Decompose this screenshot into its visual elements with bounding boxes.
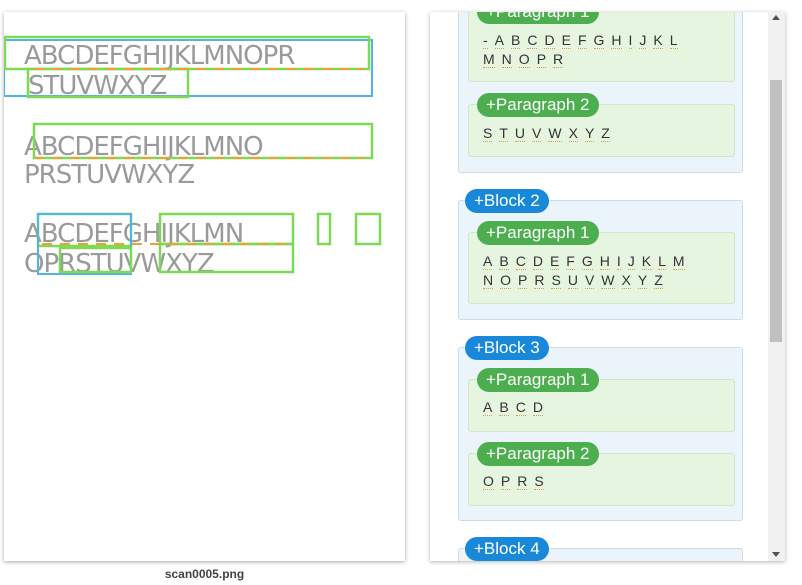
symbol[interactable]: Y [637,272,648,289]
symbol[interactable]: P [518,272,528,289]
symbol[interactable]: A [483,253,493,270]
symbol[interactable]: R [517,473,528,490]
scroll-down-arrow-icon[interactable] [772,552,780,557]
text-line: MNOPR [483,51,570,68]
symbol[interactable]: B [499,399,509,416]
scrollbar-thumb[interactable] [770,80,782,342]
block-toggle-button[interactable]: +Block 4 [465,537,549,561]
symbol[interactable]: B [499,253,509,270]
handwriting-scan: ABCDEFGHIJKLMNOPR STUVWXYZ ABCDEFGHIJKLM… [4,35,382,279]
text-line: STUVWXYZ [483,125,617,142]
vertical-scrollbar[interactable] [768,12,785,561]
symbol[interactable]: S [551,272,561,289]
symbol[interactable]: I [616,253,621,270]
paragraph-toggle-button[interactable]: +Paragraph 1 [477,368,599,392]
symbol[interactable]: U [514,125,526,142]
text-line: -ABCDEFGHIJKL [483,32,685,49]
symbol[interactable]: G [593,32,605,49]
symbol[interactable]: V [532,125,542,142]
symbol[interactable]: T [499,125,508,142]
text-line: NOPRSUVWXYZ [483,272,670,289]
symbol[interactable]: W [548,125,562,142]
symbol[interactable]: A [483,399,493,416]
text-line: ABCDEFGHIJKLM [483,253,692,270]
symbol[interactable]: A [494,32,505,49]
symbol[interactable]: X [621,272,631,289]
symbol[interactable]: N [483,272,494,289]
symbol[interactable]: Z [654,272,663,289]
text-line: OPRS [483,473,551,490]
symbol[interactable]: C [515,253,526,270]
document-image[interactable]: ABCDEFGHIJKLMNOPR STUVWXYZ ABCDEFGHIJKLM… [4,12,405,561]
symbol[interactable]: K [653,32,663,49]
symbol[interactable]: E [549,253,560,270]
symbol[interactable]: J [639,32,647,49]
paragraph-toggle-button[interactable]: +Paragraph 2 [477,442,599,466]
symbol[interactable]: F [577,32,587,49]
symbol[interactable]: G [581,253,593,270]
symbol[interactable]: D [544,32,555,49]
word-box [354,212,382,246]
image-filename: scan0005.png [164,567,245,581]
symbol[interactable]: C [515,399,526,416]
symbol[interactable]: H [599,253,610,270]
symbol[interactable]: I [628,32,633,49]
block-toggle-button[interactable]: +Block 2 [465,189,549,213]
text-line: ABCD [483,399,550,416]
block-toggle-button[interactable]: +Block 3 [465,336,549,360]
paragraph-toggle-button[interactable]: +Paragraph 1 [477,221,599,245]
symbol[interactable]: Y [584,125,595,142]
symbol[interactable]: F [566,253,575,270]
symbol[interactable]: H [611,32,622,49]
ocr-result-panel[interactable]: +Paragraph 1 -ABCDEFGHIJKL MNOPR +Paragr… [430,12,785,561]
symbol[interactable]: P [500,473,511,490]
symbol[interactable]: K [641,253,652,270]
paragraph-toggle-button[interactable]: +Paragraph 2 [477,93,599,117]
symbol[interactable]: C [527,32,538,49]
symbol[interactable]: O [518,51,530,68]
paragraph-toggle-button[interactable]: +Paragraph 1 [477,12,599,24]
symbol[interactable]: N [501,51,512,68]
handwriting-line-4: PRSTUVWXYZ [24,160,194,190]
scroll-up-arrow-icon[interactable] [772,15,780,20]
symbol[interactable]: R [553,51,564,68]
symbol[interactable]: V [584,272,595,289]
handwriting-line-1: ABCDEFGHIJKLMNOPR [24,41,295,71]
word-box [316,212,332,246]
symbol[interactable]: O [500,272,512,289]
symbol[interactable]: M [672,253,685,270]
symbol[interactable]: L [658,253,666,270]
symbol[interactable]: D [532,399,543,416]
symbol[interactable]: Z [601,125,610,142]
symbol[interactable]: B [511,32,521,49]
symbol[interactable]: S [534,473,544,490]
symbol[interactable]: W [601,272,615,289]
symbol[interactable]: M [483,51,495,68]
symbol[interactable]: X [568,125,578,142]
symbol[interactable]: D [532,253,543,270]
symbol[interactable]: R [534,272,545,289]
symbol[interactable]: J [627,253,635,270]
symbol[interactable]: E [561,32,571,49]
symbol[interactable]: - [483,32,488,49]
symbol[interactable]: S [483,125,493,142]
symbol[interactable]: U [567,272,578,289]
symbol[interactable]: O [483,473,494,490]
symbol[interactable]: P [536,51,547,68]
symbol[interactable]: L [669,32,678,49]
